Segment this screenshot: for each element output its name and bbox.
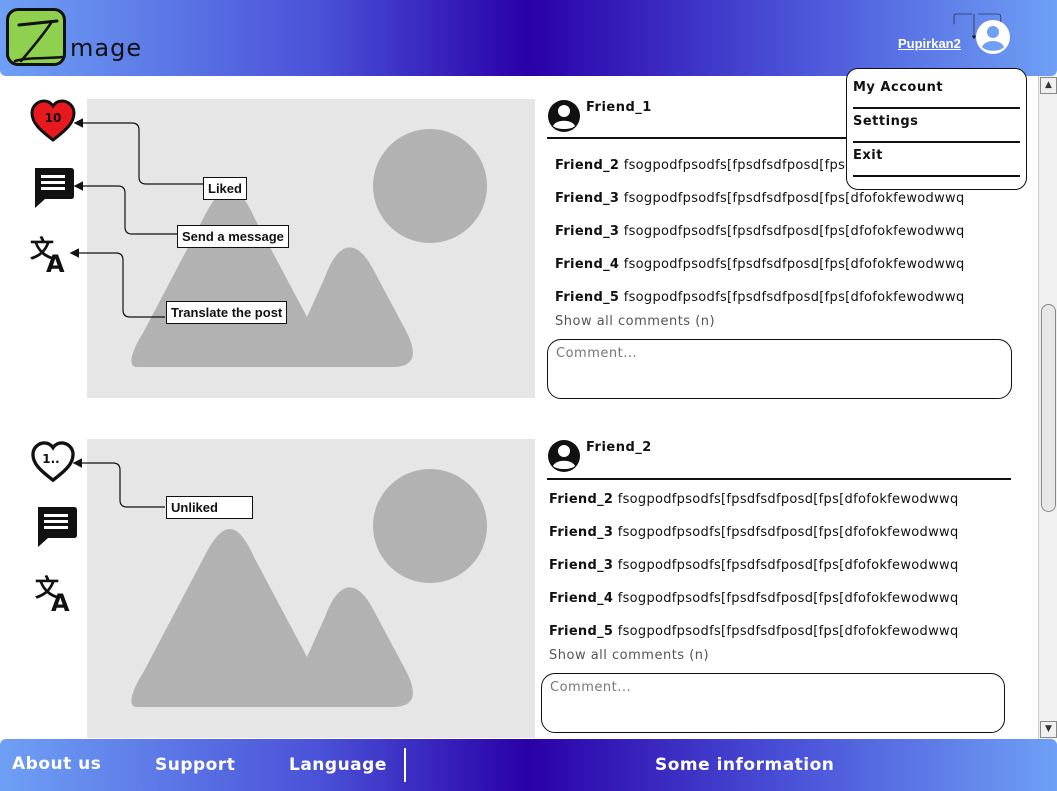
comment-item: Friend_2 fsogpodfpsodfs[fpsdfsdfposd[fps… [549, 492, 1011, 507]
comment-text: fsogpodfpsodfs[fpsdfsdfposd[fps[dfofokfe… [617, 591, 959, 606]
comment-author[interactable]: Friend_4 [549, 591, 613, 606]
svg-text:A: A [51, 589, 70, 615]
author-avatar-icon[interactable] [547, 99, 581, 133]
comment-item: Friend_5 fsogpodfpsodfs[fpsdfsdfposd[fps… [555, 290, 1010, 305]
author-divider [547, 478, 1011, 480]
comment-author[interactable]: Friend_2 [555, 158, 619, 173]
scroll-up-icon[interactable]: ▲ [1040, 77, 1057, 94]
footer-link-language[interactable]: Language [289, 755, 387, 775]
header-bar: mage Pupirkan2 [0, 0, 1057, 76]
comment-text: fsogpodfpsodfs[fpsdfsdfposd[fps[dfofokfe… [617, 624, 959, 639]
show-all-comments-link[interactable]: Show all comments (n) [555, 314, 715, 329]
comment-text: fsogpodfpsodfs[fpsdfsdfposd[fps[dfofokfe… [623, 290, 965, 305]
menu-item-my-account[interactable]: My Account [853, 77, 1020, 109]
image-placeholder-icon [87, 99, 535, 398]
translate-icon[interactable]: 文 A [28, 232, 72, 278]
comment-text: fsogpodfpsodfs[fpsdfsdfposd[fps[dfofokfe… [617, 525, 959, 540]
menu-item-exit[interactable]: Exit [853, 145, 1020, 177]
comment-text: fsogpodfpsodfs[fpsdfsdfposd[fps[dfofokfe… [617, 492, 959, 507]
scroll-down-icon[interactable]: ▼ [1040, 721, 1057, 738]
author-avatar-icon[interactable] [547, 439, 581, 473]
footer-link-about-us[interactable]: About us [12, 754, 101, 774]
image-placeholder-icon [87, 439, 535, 738]
post-author-name[interactable]: Friend_1 [586, 100, 652, 115]
like-count: 10 [44, 111, 62, 125]
like-count: 1.. [42, 452, 60, 466]
menu-item-settings[interactable]: Settings [853, 111, 1020, 143]
comment-author[interactable]: Friend_3 [555, 191, 619, 206]
comment-item: Friend_3 fsogpodfpsodfs[fpsdfsdfposd[fps… [555, 224, 1010, 239]
footer-divider [404, 748, 406, 782]
scroll-thumb[interactable] [1041, 304, 1056, 512]
comment-author[interactable]: Friend_4 [555, 257, 619, 272]
callout-unliked: Unliked [166, 496, 253, 519]
page-scrollbar[interactable]: ▲ ▼ [1038, 76, 1057, 739]
comment-author[interactable]: Friend_2 [549, 492, 613, 507]
comment-item: Friend_4 fsogpodfpsodfs[fpsdfsdfposd[fps… [549, 591, 1011, 606]
translate-icon[interactable]: 文 A [33, 571, 77, 617]
comment-item: Friend_3 fsogpodfpsodfs[fpsdfsdfposd[fps… [549, 525, 1011, 540]
message-icon[interactable] [34, 505, 78, 549]
comment-input[interactable] [541, 673, 1005, 733]
logo-icon[interactable] [6, 8, 66, 66]
footer-bar: About us Support Language Some informati… [0, 739, 1057, 791]
callout-liked: Liked [203, 177, 247, 200]
comment-author[interactable]: Friend_3 [549, 558, 613, 573]
message-icon[interactable] [31, 166, 75, 210]
comment-text: fsogpodfpsodfs[fpsdfsdfposd[fps[dfofokfe… [623, 257, 965, 272]
comment-text: fsogpodfpsodfs[fpsdfsdfposd[fps[dfofokfe… [623, 191, 965, 206]
post-author-row: Friend_2 [547, 439, 1012, 473]
comment-author[interactable]: Friend_3 [549, 525, 613, 540]
comment-text: fsogpodfpsodfs[fpsdfsdfposd[fps[dfofokfe… [617, 558, 959, 573]
author-divider [547, 137, 847, 139]
callout-send-message: Send a message [177, 225, 289, 248]
footer-link-some-information[interactable]: Some information [655, 755, 834, 775]
comment-author[interactable]: Friend_5 [555, 290, 619, 305]
comment-author[interactable]: Friend_3 [555, 224, 619, 239]
comment-author[interactable]: Friend_5 [549, 624, 613, 639]
comment-text: fsogpodfpsodfs[fpsdfsdfposd[fps[dfofokfe… [623, 224, 965, 239]
username-link[interactable]: Pupirkan2 [898, 36, 961, 51]
comment-item: Friend_3 fsogpodfpsodfs[fpsdfsdfposd[fps… [549, 558, 1011, 573]
comment-input[interactable] [547, 339, 1012, 399]
comment-item: Friend_5 fsogpodfpsodfs[fpsdfsdfposd[fps… [549, 624, 1011, 639]
comment-item: Friend_3 fsogpodfpsodfs[fpsdfsdfposd[fps… [555, 191, 1010, 206]
footer-link-support[interactable]: Support [155, 755, 235, 775]
user-avatar-icon[interactable] [975, 19, 1011, 55]
svg-text:A: A [46, 250, 65, 276]
logo-wordmark: mage [70, 34, 143, 62]
comment-item: Friend_4 fsogpodfpsodfs[fpsdfsdfposd[fps… [555, 257, 1010, 272]
show-all-comments-link[interactable]: Show all comments (n) [549, 648, 709, 663]
post-author-name[interactable]: Friend_2 [586, 440, 652, 455]
callout-translate: Translate the post [166, 301, 288, 324]
account-dropdown: My Account Settings Exit [846, 68, 1027, 190]
